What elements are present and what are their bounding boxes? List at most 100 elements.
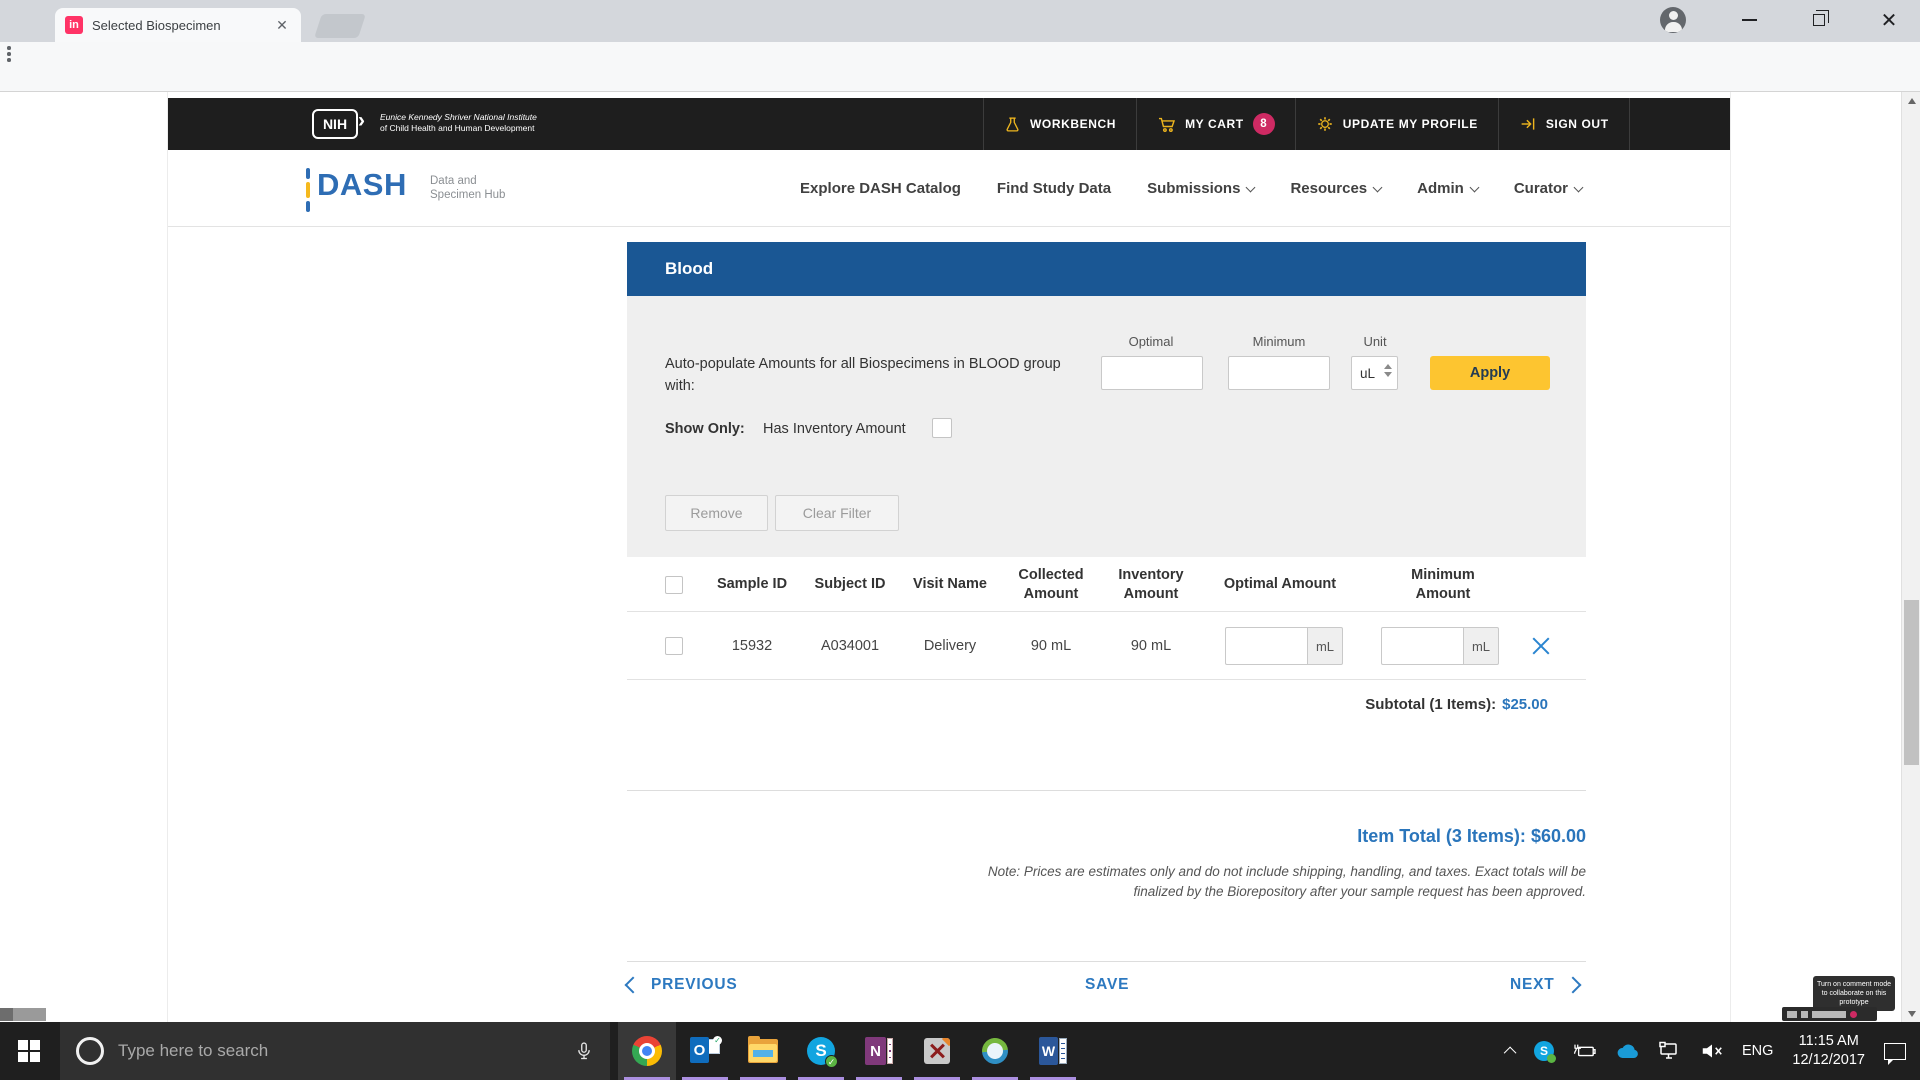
blood-panel-filter: Auto-populate Amounts for all Biospecime… bbox=[627, 296, 1586, 557]
close-icon: ✕ bbox=[1881, 8, 1898, 33]
cell-visit-name: Delivery bbox=[910, 612, 990, 680]
workbench-button[interactable]: WORKBENCH bbox=[983, 98, 1136, 150]
taskbar-word-button[interactable]: W bbox=[1024, 1022, 1082, 1080]
running-indicator bbox=[682, 1077, 728, 1080]
row-checkbox[interactable] bbox=[665, 637, 683, 655]
col-subject-id: Subject ID bbox=[810, 557, 890, 612]
page-scrollbar[interactable] bbox=[1901, 92, 1920, 1022]
cell-collected-amount: 90 mL bbox=[1016, 612, 1086, 680]
window-close-button[interactable]: ✕ bbox=[1866, 0, 1912, 40]
tray-volume-icon[interactable] bbox=[1691, 1022, 1733, 1080]
my-cart-label: MY CART bbox=[1185, 117, 1244, 131]
search-input[interactable] bbox=[118, 1041, 518, 1061]
my-cart-button[interactable]: MY CART 8 bbox=[1136, 98, 1295, 150]
browser-toolbar: ← → ↻ Secure https://bah-dash.invisionap… bbox=[0, 42, 1920, 92]
invision-grid-icon[interactable] bbox=[1787, 1011, 1797, 1018]
dash-logo-text[interactable]: DASH bbox=[317, 167, 407, 203]
minimum-input[interactable] bbox=[1228, 356, 1330, 390]
running-indicator bbox=[914, 1077, 960, 1080]
remove-row-icon[interactable] bbox=[1530, 635, 1552, 657]
item-total: Item Total (3 Items): $60.00 bbox=[986, 826, 1586, 847]
subtotal-label: Subtotal (1 Items): bbox=[1365, 696, 1496, 713]
next-button[interactable]: NEXT bbox=[1510, 976, 1579, 994]
scrollbar-thumb[interactable] bbox=[1904, 600, 1919, 765]
battery-plug-icon bbox=[1572, 1041, 1598, 1061]
chevron-left-icon bbox=[625, 977, 642, 994]
nav-admin[interactable]: Admin bbox=[1417, 180, 1478, 197]
running-indicator bbox=[740, 1077, 786, 1080]
action-center-icon bbox=[1884, 1043, 1906, 1060]
unit-select[interactable]: uL bbox=[1351, 356, 1398, 390]
col-visit-name: Visit Name bbox=[910, 557, 990, 612]
nav-submissions[interactable]: Submissions bbox=[1147, 180, 1254, 197]
tray-expand-button[interactable] bbox=[1498, 1022, 1525, 1080]
nih-org-line1: Eunice Kennedy Shriver National Institut… bbox=[380, 112, 537, 123]
nav-resources[interactable]: Resources bbox=[1290, 180, 1381, 197]
nav-curator[interactable]: Curator bbox=[1514, 180, 1582, 197]
window-minimize-button[interactable] bbox=[1726, 0, 1772, 40]
optimal-amount-field: mL bbox=[1225, 627, 1343, 665]
sign-out-button[interactable]: SIGN OUT bbox=[1498, 98, 1630, 150]
tray-skype-icon[interactable]: S bbox=[1525, 1022, 1563, 1080]
optimal-label: Optimal bbox=[1096, 334, 1206, 349]
start-button[interactable] bbox=[0, 1022, 58, 1080]
select-all-checkbox[interactable] bbox=[665, 576, 683, 594]
item-total-label: Item Total (3 Items): bbox=[1357, 826, 1526, 846]
taskbar-outlook-button[interactable]: ✓O bbox=[676, 1022, 734, 1080]
table-row: 15932 A034001 Delivery 90 mL 90 mL mL mL bbox=[627, 612, 1586, 680]
previous-button[interactable]: PREVIOUS bbox=[627, 976, 738, 994]
spinner-arrows-icon[interactable] bbox=[1384, 364, 1392, 377]
save-button[interactable]: SAVE bbox=[1085, 976, 1129, 994]
new-tab-button[interactable] bbox=[314, 14, 366, 38]
col-sample-id: Sample ID bbox=[712, 557, 792, 612]
row-optimal-input[interactable] bbox=[1225, 627, 1307, 665]
tray-onedrive-icon[interactable] bbox=[1607, 1022, 1649, 1080]
remove-button[interactable]: Remove bbox=[665, 495, 768, 531]
browser-menu-icon[interactable] bbox=[0, 42, 18, 66]
taskbar-onenote-button[interactable]: N bbox=[850, 1022, 908, 1080]
row-minimum-input[interactable] bbox=[1381, 627, 1463, 665]
tray-clock[interactable]: 11:15 AM 12/12/2017 bbox=[1782, 1032, 1875, 1070]
invision-console-bar[interactable] bbox=[1782, 1007, 1877, 1021]
invision-screens-icon[interactable] bbox=[1801, 1011, 1808, 1018]
tray-battery-icon[interactable] bbox=[1563, 1022, 1607, 1080]
action-center-button[interactable] bbox=[1875, 1022, 1920, 1080]
clock-date: 12/12/2017 bbox=[1792, 1051, 1865, 1070]
taskbar-chrome-button[interactable] bbox=[618, 1022, 676, 1080]
optimal-unit-suffix: mL bbox=[1307, 627, 1343, 665]
invision-comment-dot-icon[interactable] bbox=[1850, 1011, 1857, 1018]
taskbar-exceed-button[interactable] bbox=[908, 1022, 966, 1080]
browser-tab[interactable]: in Selected Biospecimen ✕ bbox=[55, 8, 301, 42]
triangle-down-icon bbox=[1908, 1011, 1916, 1017]
nih-logo: NIH bbox=[312, 109, 358, 139]
invision-share-widget[interactable] bbox=[0, 1008, 46, 1021]
tab-close-icon[interactable]: ✕ bbox=[273, 16, 291, 34]
subtotal-value: $25.00 bbox=[1502, 696, 1548, 713]
nav-explore-dash-catalog[interactable]: Explore DASH Catalog bbox=[800, 180, 961, 197]
invision-comments-control[interactable] bbox=[1812, 1011, 1846, 1018]
nav-find-study-data[interactable]: Find Study Data bbox=[997, 180, 1111, 197]
exceed-icon bbox=[924, 1038, 950, 1064]
chevron-down-icon bbox=[1574, 182, 1584, 192]
update-profile-button[interactable]: UPDATE MY PROFILE bbox=[1295, 98, 1498, 150]
window-restore-button[interactable] bbox=[1796, 0, 1842, 40]
taskbar-skype-button[interactable]: S✓ bbox=[792, 1022, 850, 1080]
sign-out-label: SIGN OUT bbox=[1546, 117, 1609, 131]
tray-network-icon[interactable] bbox=[1649, 1022, 1691, 1080]
microphone-icon[interactable] bbox=[574, 1039, 594, 1063]
taskbar-search[interactable] bbox=[60, 1022, 610, 1080]
scroll-down-button[interactable] bbox=[1902, 1005, 1920, 1022]
cell-subject-id: A034001 bbox=[810, 612, 890, 680]
scroll-up-button[interactable] bbox=[1902, 92, 1920, 109]
tray-language[interactable]: ENG bbox=[1733, 1022, 1782, 1080]
clear-filter-button[interactable]: Clear Filter bbox=[775, 495, 899, 531]
has-inventory-checkbox[interactable] bbox=[932, 418, 952, 438]
browser-profile-button[interactable] bbox=[1650, 0, 1696, 40]
taskbar-cisco-anyconnect-button[interactable] bbox=[966, 1022, 1024, 1080]
flask-icon bbox=[1004, 116, 1021, 133]
blood-panel: Blood Auto-populate Amounts for all Bios… bbox=[627, 242, 1586, 729]
divider bbox=[627, 961, 1586, 962]
apply-button[interactable]: Apply bbox=[1430, 356, 1550, 390]
taskbar-file-explorer-button[interactable] bbox=[734, 1022, 792, 1080]
optimal-input[interactable] bbox=[1101, 356, 1203, 390]
